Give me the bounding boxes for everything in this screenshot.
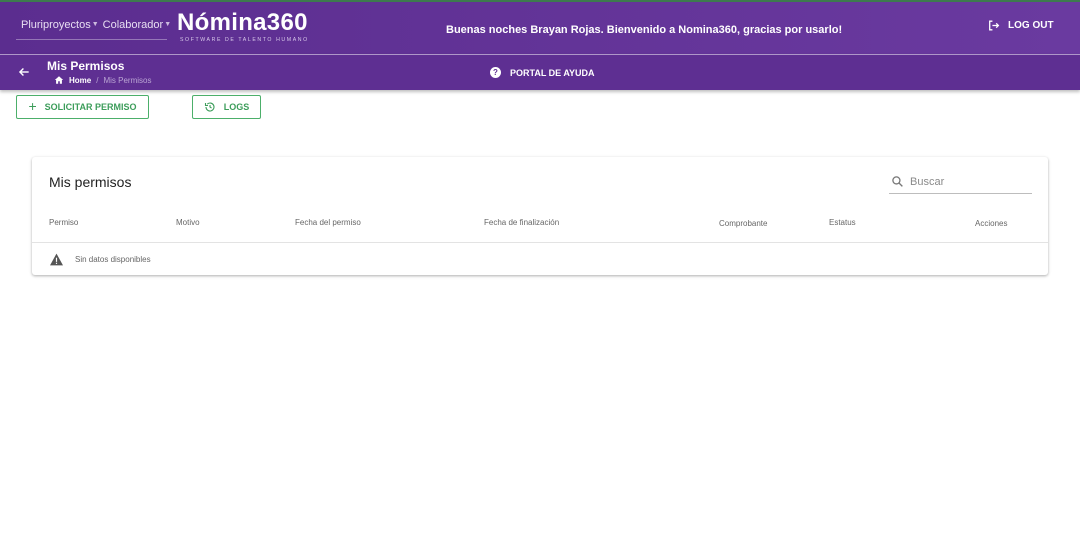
role-select-label: Colaborador xyxy=(102,18,164,31)
breadcrumb-separator: / xyxy=(96,75,99,85)
page-header-bar: Mis Permisos Home / Mis Permisos ? PORTA… xyxy=(0,54,1080,90)
column-header-motivo[interactable]: Motivo xyxy=(176,218,200,227)
company-select-label: Pluriproyectos xyxy=(21,18,91,31)
search-input[interactable] xyxy=(910,175,1020,188)
warning-icon xyxy=(50,253,63,266)
logo-name: Nómina360 xyxy=(177,9,308,36)
logout-label: LOG OUT xyxy=(1008,20,1054,31)
table-title: Mis permisos xyxy=(49,174,132,190)
column-header-estatus[interactable]: Estatus xyxy=(829,218,856,227)
chevron-down-icon: ▼ xyxy=(91,21,99,28)
home-icon xyxy=(54,76,64,84)
greeting-text: Buenas noches Brayan Rojas. Bienvenido a… xyxy=(446,24,843,36)
breadcrumb-current: Mis Permisos xyxy=(103,75,152,85)
empty-state: Sin datos disponibles xyxy=(49,253,151,266)
column-header-comprobante[interactable]: Comprobante xyxy=(719,219,767,228)
help-portal-label: PORTAL DE AYUDA xyxy=(510,67,595,78)
empty-message: Sin datos disponibles xyxy=(75,255,151,264)
chevron-down-icon: ▼ xyxy=(164,21,172,28)
breadcrumb: Home / Mis Permisos xyxy=(54,75,151,85)
table-header: Permiso Motivo Fecha del permiso Fecha d… xyxy=(32,209,1048,243)
column-header-fecha-permiso[interactable]: Fecha del permiso xyxy=(295,218,361,227)
logout-icon xyxy=(989,20,1000,31)
column-header-fecha-finalizacion[interactable]: Fecha de finalización xyxy=(484,218,559,227)
company-select[interactable]: Pluriproyectos ▼ xyxy=(21,19,99,31)
request-permission-button[interactable]: + SOLICITAR PERMISO xyxy=(16,95,149,119)
page-title: Mis Permisos xyxy=(47,59,125,73)
role-select[interactable]: Colaborador ▼ xyxy=(103,19,171,31)
logout-button[interactable]: LOG OUT xyxy=(987,19,1054,32)
breadcrumb-home[interactable]: Home xyxy=(69,76,91,85)
column-header-acciones: Acciones xyxy=(975,219,1008,228)
history-icon xyxy=(204,102,215,112)
app-logo: Nómina360 SOFTWARE DE TALENTO HUMANO xyxy=(177,9,309,44)
column-header-permiso[interactable]: Permiso xyxy=(49,218,78,227)
top-app-bar: Pluriproyectos ▼ Colaborador ▼ Nómina360 S… xyxy=(0,0,1080,54)
plus-icon: + xyxy=(28,98,37,114)
search-icon xyxy=(892,176,903,187)
logs-button[interactable]: LOGS xyxy=(192,95,261,119)
back-arrow-icon[interactable] xyxy=(17,65,31,79)
permissions-table-card: Mis permisos Permiso Motivo Fecha del pe… xyxy=(32,157,1048,275)
logo-tagline: SOFTWARE DE TALENTO HUMANO xyxy=(180,37,309,43)
help-icon: ? xyxy=(490,67,501,78)
context-selector: Pluriproyectos ▼ Colaborador ▼ xyxy=(16,10,171,40)
search-field xyxy=(889,170,1032,194)
help-portal-link[interactable]: ? PORTAL DE AYUDA xyxy=(490,67,595,78)
logs-label: LOGS xyxy=(223,102,250,112)
request-permission-label: SOLICITAR PERMISO xyxy=(44,102,137,112)
